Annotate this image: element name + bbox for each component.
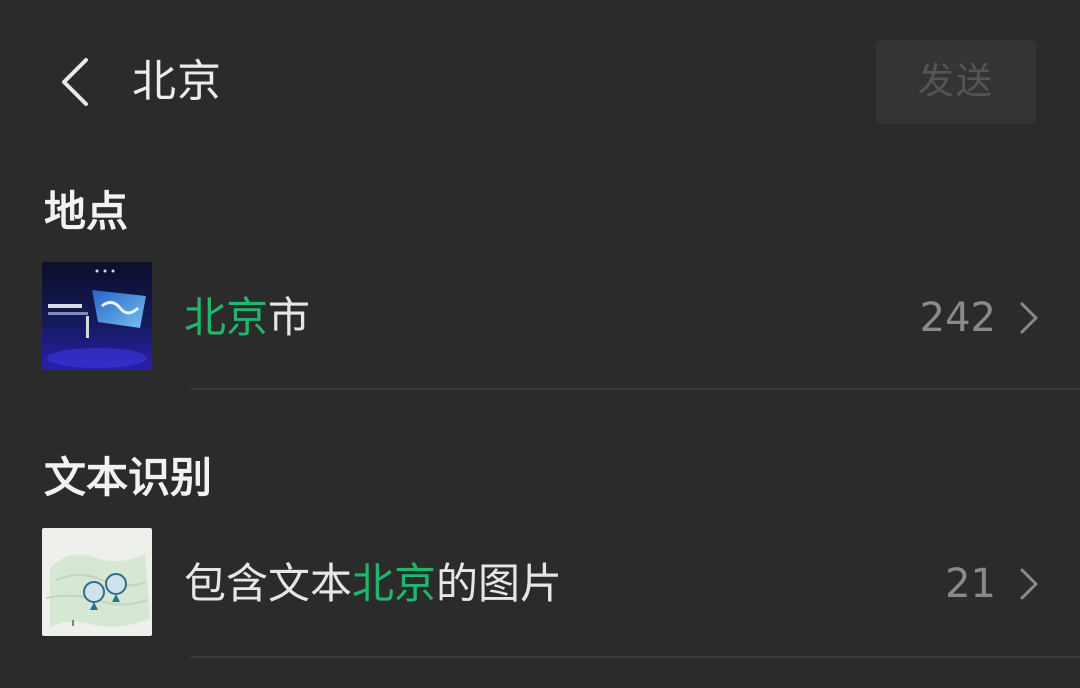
header-bar: 北京 发送: [0, 0, 1080, 160]
search-results-screen: 北京 发送 地点 北京市 242 文本识别 包含文本北京的图片 21: [0, 0, 1080, 688]
divider: [190, 656, 1080, 658]
chevron-right-icon: [1020, 568, 1038, 600]
result-row-location[interactable]: 北京市 242: [0, 262, 1080, 402]
chevron-left-icon: [62, 58, 88, 106]
back-button[interactable]: [50, 50, 110, 114]
section-heading-location: 地点: [44, 187, 129, 236]
location-result-count: 242: [919, 295, 996, 341]
section-heading-text-recognition: 文本识别: [44, 453, 213, 502]
location-label-suffix: 市: [268, 293, 311, 342]
image-thumbnail: [42, 528, 152, 636]
chevron-right-icon: [1020, 302, 1038, 334]
send-button[interactable]: 发送: [876, 40, 1036, 124]
text-recognition-result-label: 包含文本北京的图片: [184, 554, 562, 614]
location-thumbnail: [42, 262, 152, 370]
page-title: 北京: [132, 56, 222, 107]
text-recognition-result-count: 21: [945, 561, 996, 607]
text-label-highlight: 北京: [352, 559, 437, 608]
result-row-text-recognition[interactable]: 包含文本北京的图片 21: [0, 528, 1080, 668]
location-result-label: 北京市: [184, 288, 310, 348]
text-label-suffix: 的图片: [436, 559, 563, 608]
text-label-prefix: 包含文本: [184, 559, 353, 608]
map-thumbnail-image: [42, 528, 152, 636]
location-label-highlight: 北京: [184, 293, 269, 342]
divider: [190, 388, 1080, 390]
location-thumbnail-image: [42, 262, 152, 370]
